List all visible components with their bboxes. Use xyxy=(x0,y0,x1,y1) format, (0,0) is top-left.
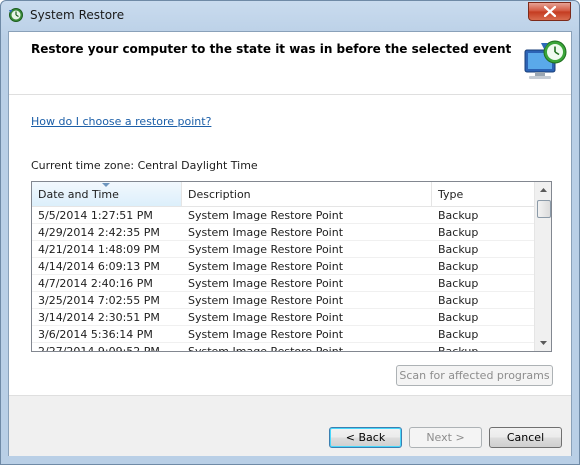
date-cell: 4/7/2014 2:40:16 PM xyxy=(38,277,153,290)
description-cell: System Image Restore Point xyxy=(188,243,344,256)
column-header-type[interactable]: Type xyxy=(432,182,534,206)
description-cell: System Image Restore Point xyxy=(188,277,344,290)
system-restore-window: System Restore Restore your computer to … xyxy=(0,0,580,465)
type-cell: Backup xyxy=(438,328,479,341)
date-cell: 3/14/2014 2:30:51 PM xyxy=(38,311,160,324)
date-cell: 3/25/2014 7:02:55 PM xyxy=(38,294,160,307)
column-header-label: Type xyxy=(438,188,464,201)
column-header-date[interactable]: Date and Time xyxy=(32,182,182,206)
restore-points-list[interactable]: Date and Time Description Type 5/5/2014 … xyxy=(31,181,552,352)
scroll-down-arrow-icon xyxy=(540,341,547,345)
dialog-client-area: Restore your computer to the state it wa… xyxy=(8,31,572,456)
table-row[interactable]: 3/25/2014 7:02:55 PM System Image Restor… xyxy=(32,292,534,309)
close-button[interactable] xyxy=(528,2,571,21)
date-cell: 5/5/2014 1:27:51 PM xyxy=(38,209,153,222)
system-restore-icon xyxy=(9,8,23,22)
list-rows: 5/5/2014 1:27:51 PM System Image Restore… xyxy=(32,207,534,352)
title-bar[interactable]: System Restore xyxy=(1,1,579,31)
column-header-label: Description xyxy=(188,188,251,201)
table-row[interactable]: 4/7/2014 2:40:16 PM System Image Restore… xyxy=(32,275,534,292)
table-row[interactable]: 3/14/2014 2:30:51 PM System Image Restor… xyxy=(32,309,534,326)
description-cell: System Image Restore Point xyxy=(188,260,344,273)
date-cell: 4/14/2014 6:09:13 PM xyxy=(38,260,160,273)
dialog-footer: < Back Next > Cancel xyxy=(9,395,571,456)
sort-descending-icon xyxy=(102,183,110,187)
description-cell: System Image Restore Point xyxy=(188,209,344,222)
table-row[interactable]: 4/21/2014 1:48:09 PM System Image Restor… xyxy=(32,241,534,258)
column-header-label: Date and Time xyxy=(38,188,119,201)
dialog-header: Restore your computer to the state it wa… xyxy=(9,32,571,95)
date-cell: 4/29/2014 2:42:35 PM xyxy=(38,226,160,239)
scroll-up-button[interactable] xyxy=(535,182,551,199)
date-cell: 4/21/2014 1:48:09 PM xyxy=(38,243,160,256)
dialog-body: How do I choose a restore point? Current… xyxy=(9,95,571,395)
table-row[interactable]: 4/29/2014 2:42:35 PM System Image Restor… xyxy=(32,224,534,241)
table-row[interactable]: 2/27/2014 9:09:52 PM System Image Restor… xyxy=(32,343,534,352)
page-title: Restore your computer to the state it wa… xyxy=(31,42,512,56)
type-cell: Backup xyxy=(438,311,479,324)
description-cell: System Image Restore Point xyxy=(188,345,344,352)
scan-affected-programs-button[interactable]: Scan for affected programs xyxy=(396,365,553,386)
type-cell: Backup xyxy=(438,294,479,307)
table-row[interactable]: 3/6/2014 5:36:14 PM System Image Restore… xyxy=(32,326,534,343)
timezone-label: Current time zone: Central Daylight Time xyxy=(31,159,258,172)
description-cell: System Image Restore Point xyxy=(188,311,344,324)
type-cell: Backup xyxy=(438,243,479,256)
description-cell: System Image Restore Point xyxy=(188,328,344,341)
date-cell: 2/27/2014 9:09:52 PM xyxy=(38,345,160,352)
scroll-up-arrow-icon xyxy=(540,188,547,192)
type-cell: Backup xyxy=(438,345,479,352)
scroll-thumb[interactable] xyxy=(537,200,551,218)
type-cell: Backup xyxy=(438,209,479,222)
type-cell: Backup xyxy=(438,226,479,239)
table-row[interactable]: 4/14/2014 6:09:13 PM System Image Restor… xyxy=(32,258,534,275)
column-header-description[interactable]: Description xyxy=(182,182,432,206)
date-cell: 3/6/2014 5:36:14 PM xyxy=(38,328,153,341)
help-link[interactable]: How do I choose a restore point? xyxy=(31,115,211,128)
back-button[interactable]: < Back xyxy=(329,427,402,448)
vertical-scrollbar[interactable] xyxy=(534,182,551,351)
description-cell: System Image Restore Point xyxy=(188,294,344,307)
next-button[interactable]: Next > xyxy=(409,427,482,448)
scroll-down-button[interactable] xyxy=(535,334,551,351)
type-cell: Backup xyxy=(438,277,479,290)
window-title: System Restore xyxy=(30,8,125,22)
type-cell: Backup xyxy=(438,260,479,273)
list-header: Date and Time Description Type xyxy=(32,182,534,207)
cancel-button[interactable]: Cancel xyxy=(489,427,562,448)
description-cell: System Image Restore Point xyxy=(188,226,344,239)
close-icon xyxy=(544,6,556,17)
table-row[interactable]: 5/5/2014 1:27:51 PM System Image Restore… xyxy=(32,207,534,224)
system-restore-icon xyxy=(524,40,567,79)
